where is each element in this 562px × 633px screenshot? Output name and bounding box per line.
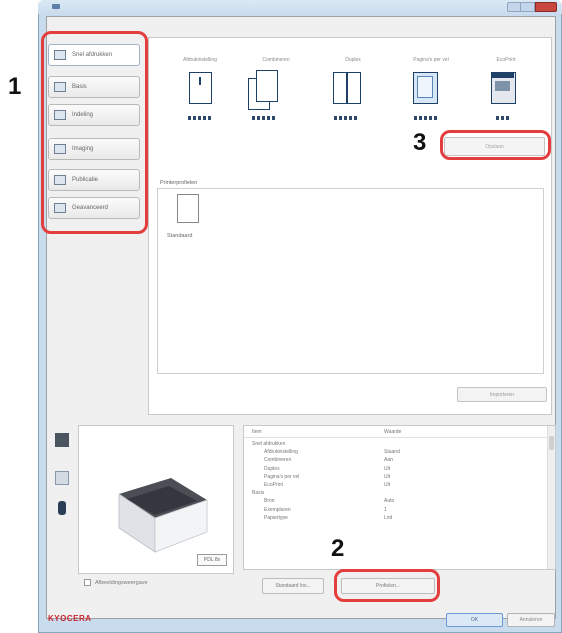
cancel-button[interactable]: Annuleren [507,613,555,627]
minimize-button[interactable] [507,2,521,12]
collate-icon-front [256,70,278,102]
system-menu-icon[interactable] [52,4,60,9]
window-controls [507,2,557,12]
settings-scrollbar[interactable] [547,426,555,569]
settings-row-value: Uit [384,473,391,480]
collate-selector[interactable] [252,116,276,120]
zoom-label[interactable]: PDL 8x [197,554,227,566]
settings-row-value: Lnd [384,514,393,521]
settings-summary-list[interactable]: Item Waarde Snel afdrukken Afdrukinstelli… [243,425,556,570]
preview-toolbar [52,425,74,545]
default-settings-button[interactable]: Standaard Ins... [262,578,324,594]
layout-label: Afdrukinstelling [183,57,217,63]
column-value: Waarde [384,429,402,435]
callout-number-1: 1 [8,73,22,100]
layout-label: EcoPrint [496,57,516,63]
settings-row-item: Duplex [264,465,280,472]
pages-per-sheet-icon[interactable] [413,72,438,104]
paper-icon[interactable] [55,471,69,485]
ecoprint-icon[interactable] [491,72,516,104]
import-button[interactable]: Importeren [457,387,547,402]
settings-row-item: Exemplaren [264,506,291,513]
orientation-selector[interactable] [188,116,212,120]
settings-row-item: Pagina's per vel [264,473,300,480]
callout-number-3: 3 [413,129,427,156]
settings-row-value: Uit [384,482,391,488]
printer-image [118,478,208,553]
image-view-checkbox[interactable]: Afbeeldingsweergave [84,579,148,586]
settings-row-value: 1 [384,506,387,513]
settings-row-item: Basis [252,490,265,497]
checkbox-box[interactable] [84,579,91,586]
callout-box-profiles [334,569,440,602]
duplex-selector[interactable] [334,116,358,120]
toner-icon[interactable] [58,501,66,515]
settings-row-value: Aan [384,457,393,464]
duplex-icon[interactable] [333,72,361,104]
callout-number-2: 2 [331,535,345,562]
settings-row-item: Combineren [264,457,292,464]
callout-box-tabs [41,31,148,234]
printer-profiles-list[interactable] [157,188,544,374]
ok-button[interactable]: OK [446,613,503,627]
printer-profiles-label: Printerprofielen [160,180,198,186]
profile-document-icon[interactable] [177,194,199,223]
callout-box-save [440,130,551,160]
layout-label: Duplex [345,57,361,63]
settings-row-value: Staand [384,449,400,456]
pages-per-sheet-selector[interactable] [414,116,438,120]
settings-row-item: Afdrukinstelling [264,449,298,456]
checkbox-label: Afbeeldingsweergave [95,579,148,586]
settings-row-item: Snel afdrukken [252,441,286,447]
settings-row-item: Papiertype [264,514,288,521]
printer-icon[interactable] [55,433,69,447]
layout-label: Pagina's per vel [413,57,449,63]
title-bar[interactable] [38,0,562,14]
printer-preview [78,425,234,574]
column-item: Item [252,429,262,435]
orientation-icon[interactable] [189,72,212,104]
settings-list-header: Item Waarde [244,426,549,438]
close-button[interactable] [535,2,557,12]
settings-row-value: Uit [384,465,391,472]
settings-row-item: EcoPrint [264,482,283,488]
scroll-thumb[interactable] [549,436,554,450]
profile-name[interactable]: Standaard [167,233,192,239]
settings-row-item: Bron [264,498,275,505]
layout-label: Combineren [262,57,290,63]
settings-row-value: Auto [384,498,395,505]
ecoprint-selector[interactable] [496,116,510,120]
maximize-button[interactable] [521,2,535,12]
kyocera-logo: KYOCERA [48,614,92,623]
